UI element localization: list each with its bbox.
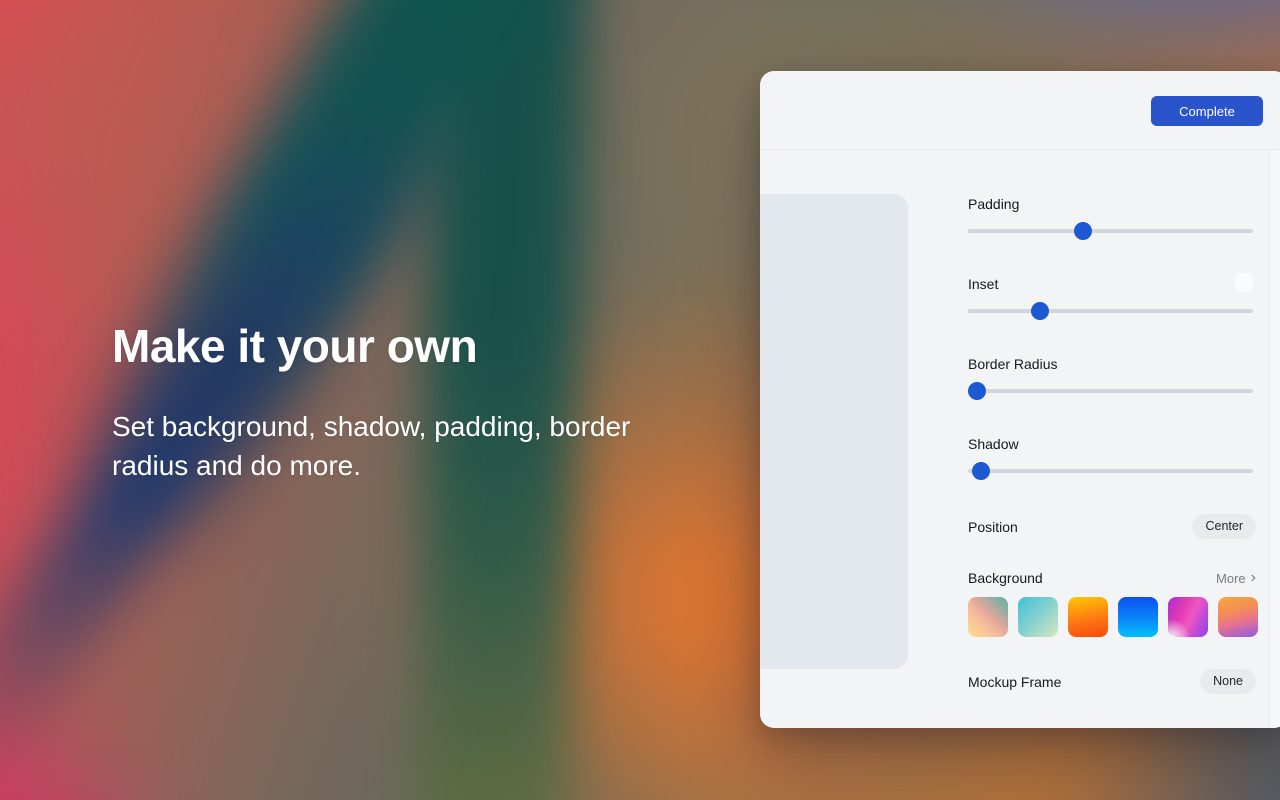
preview-placeholder: [760, 194, 908, 669]
shadow-control: Shadow: [968, 436, 1253, 484]
inset-checkbox[interactable]: [1235, 273, 1253, 292]
inset-control: Inset: [968, 276, 1253, 324]
shadow-slider[interactable]: [968, 462, 1253, 480]
inset-slider[interactable]: [968, 302, 1253, 320]
border-radius-slider[interactable]: [968, 382, 1253, 400]
panel-body: Padding Inset Border Radius: [760, 150, 1280, 728]
inset-slider-thumb[interactable]: [1031, 302, 1049, 320]
complete-button[interactable]: Complete: [1151, 96, 1263, 126]
position-value-pill[interactable]: Center: [1192, 514, 1256, 539]
shadow-slider-thumb[interactable]: [972, 462, 990, 480]
padding-slider-track[interactable]: [968, 229, 1253, 233]
mockup-frame-value-pill[interactable]: None: [1200, 669, 1256, 694]
background-swatch-orange-violet[interactable]: [1218, 597, 1258, 637]
border-radius-control: Border Radius: [968, 356, 1253, 404]
background-label: Background: [968, 570, 1043, 586]
customize-panel: Complete Padding Inset Borde: [760, 71, 1280, 728]
hero-title: Make it your own: [112, 322, 752, 370]
mockup-frame-row: Mockup Frame None: [968, 669, 1256, 694]
shadow-label: Shadow: [968, 436, 1253, 452]
inset-slider-track[interactable]: [968, 309, 1253, 313]
controls-column: Padding Inset Border Radius: [968, 150, 1256, 728]
background-swatch-yellow-orange[interactable]: [1068, 597, 1108, 637]
scrollbar-gutter: [1269, 150, 1280, 728]
shadow-slider-track[interactable]: [968, 469, 1253, 473]
hero-subtitle: Set background, shadow, padding, border …: [112, 408, 692, 485]
hero-copy: Make it your own Set background, shadow,…: [112, 322, 752, 486]
padding-slider[interactable]: [968, 222, 1253, 240]
background-swatch-blue-cyan[interactable]: [1118, 597, 1158, 637]
padding-label: Padding: [968, 196, 1253, 212]
border-radius-slider-track[interactable]: [968, 389, 1253, 393]
background-swatch-peach-teal[interactable]: [968, 597, 1008, 637]
background-swatches: [968, 597, 1258, 637]
border-radius-label: Border Radius: [968, 356, 1253, 372]
padding-slider-thumb[interactable]: [1074, 222, 1092, 240]
padding-control: Padding: [968, 196, 1253, 244]
chevron-right-icon: ›: [1251, 570, 1256, 586]
border-radius-slider-thumb[interactable]: [968, 382, 986, 400]
inset-label: Inset: [968, 276, 1253, 292]
panel-header: Complete: [760, 71, 1280, 150]
background-swatch-magenta-swirl[interactable]: [1168, 597, 1208, 637]
background-more-link[interactable]: More ›: [1216, 570, 1256, 586]
background-header-row: Background More ›: [968, 570, 1256, 586]
mockup-frame-label: Mockup Frame: [968, 674, 1061, 690]
position-label: Position: [968, 519, 1018, 535]
background-swatch-cyan-lime[interactable]: [1018, 597, 1058, 637]
position-row: Position Center: [968, 514, 1256, 539]
more-label: More: [1216, 571, 1246, 586]
